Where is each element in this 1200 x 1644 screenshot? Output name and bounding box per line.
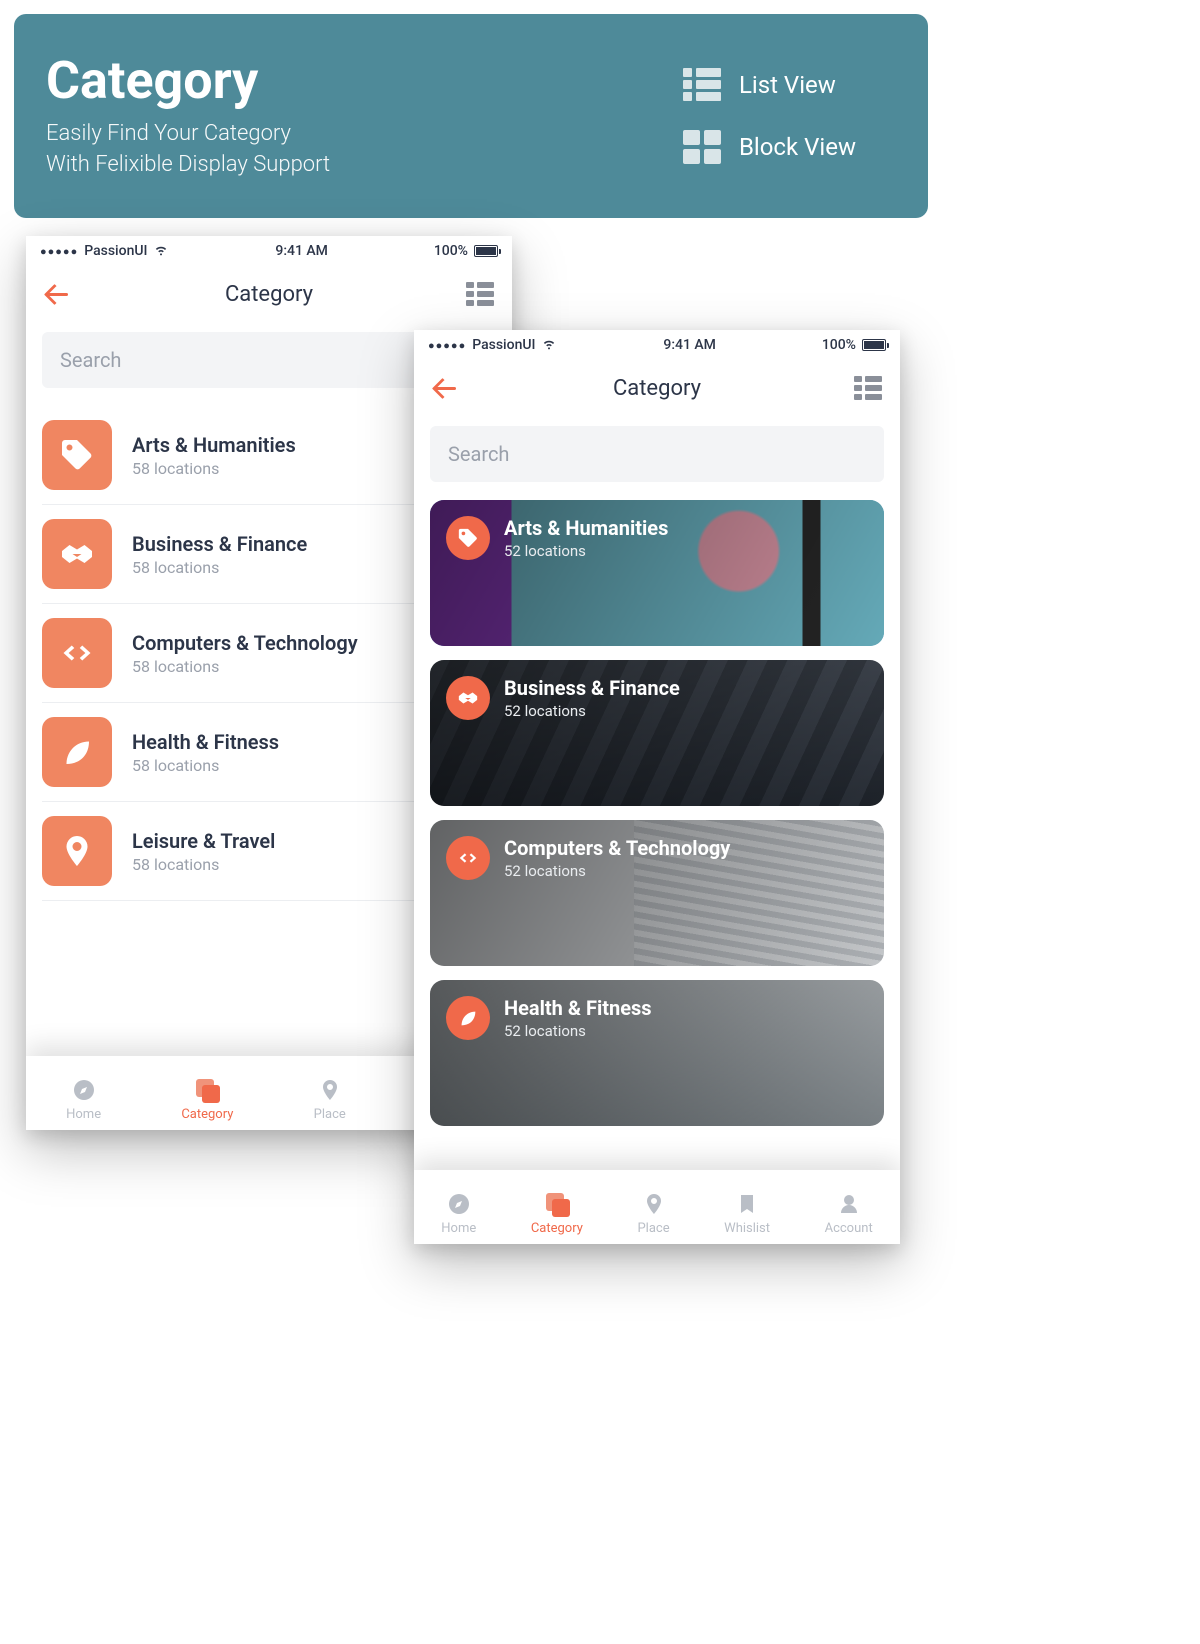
nav-bar: Category bbox=[414, 360, 900, 416]
back-button[interactable] bbox=[44, 280, 72, 308]
carrier-label: PassionUI bbox=[472, 337, 535, 353]
card-title: Arts & Humanities bbox=[504, 516, 668, 540]
category-sub: 58 locations bbox=[132, 756, 279, 775]
card-title: Computers & Technology bbox=[504, 836, 730, 860]
wifi-icon bbox=[153, 241, 169, 261]
category-title: Computers & Technology bbox=[132, 631, 358, 655]
home-icon bbox=[71, 1077, 97, 1103]
code-icon bbox=[446, 836, 490, 880]
category-title: Business & Finance bbox=[132, 532, 307, 556]
category-sub: 58 locations bbox=[132, 558, 307, 577]
category-cards: Arts & Humanities 52 locations Business … bbox=[414, 500, 900, 1126]
category-card[interactable]: Health & Fitness 52 locations bbox=[430, 980, 884, 1126]
category-card[interactable]: Computers & Technology 52 locations bbox=[430, 820, 884, 966]
block-view-label: Block View bbox=[739, 133, 856, 161]
handshake-icon bbox=[446, 676, 490, 720]
status-bar: ●●●●● PassionUI 9:41 AM 100% bbox=[26, 236, 512, 266]
tab-place[interactable]: Place bbox=[633, 1185, 673, 1236]
tab-home[interactable]: Home bbox=[62, 1071, 105, 1122]
tab-label: Home bbox=[441, 1221, 476, 1236]
leaf-icon bbox=[446, 996, 490, 1040]
tab-label: Category bbox=[531, 1221, 583, 1236]
status-bar: ●●●●● PassionUI 9:41 AM 100% bbox=[414, 330, 900, 360]
whislist-icon bbox=[734, 1191, 760, 1217]
list-icon bbox=[683, 68, 721, 102]
tag-icon bbox=[42, 420, 112, 490]
block-icon bbox=[683, 130, 721, 164]
handshake-icon bbox=[42, 519, 112, 589]
tab-label: Category bbox=[181, 1107, 233, 1122]
card-sub: 52 locations bbox=[504, 702, 680, 720]
category-title: Arts & Humanities bbox=[132, 433, 296, 457]
clock-label: 9:41 AM bbox=[663, 337, 716, 353]
place-icon bbox=[317, 1077, 343, 1103]
leaf-icon bbox=[42, 717, 112, 787]
list-view-label: List View bbox=[739, 71, 836, 99]
tag-icon bbox=[446, 516, 490, 560]
category-icon bbox=[544, 1191, 570, 1217]
tab-label: Place bbox=[314, 1107, 346, 1122]
search-placeholder: Search bbox=[448, 442, 509, 466]
wifi-icon bbox=[541, 335, 557, 355]
battery-percent: 100% bbox=[822, 337, 856, 353]
promo-banner: Category Easily Find Your Category With … bbox=[14, 14, 928, 218]
back-button[interactable] bbox=[432, 374, 460, 402]
card-title: Business & Finance bbox=[504, 676, 680, 700]
tab-place[interactable]: Place bbox=[310, 1071, 350, 1122]
card-title: Health & Fitness bbox=[504, 996, 652, 1020]
search-placeholder: Search bbox=[60, 348, 121, 372]
pin-icon bbox=[42, 816, 112, 886]
battery-icon bbox=[474, 245, 498, 257]
category-title: Health & Fitness bbox=[132, 730, 279, 754]
code-icon bbox=[42, 618, 112, 688]
account-icon bbox=[836, 1191, 862, 1217]
block-view-option[interactable]: Block View bbox=[683, 130, 856, 164]
category-card[interactable]: Business & Finance 52 locations bbox=[430, 660, 884, 806]
tab-bar: Home Category Place Whislist Account bbox=[414, 1170, 900, 1244]
nav-bar: Category bbox=[26, 266, 512, 322]
battery-icon bbox=[862, 339, 886, 351]
card-sub: 52 locations bbox=[504, 1022, 652, 1040]
battery-percent: 100% bbox=[434, 243, 468, 259]
banner-title: Category bbox=[46, 52, 330, 109]
tab-label: Whislist bbox=[724, 1221, 770, 1236]
tab-label: Place bbox=[637, 1221, 669, 1236]
layout-toggle-button[interactable] bbox=[854, 376, 882, 400]
list-view-option[interactable]: List View bbox=[683, 68, 856, 102]
category-icon bbox=[194, 1077, 220, 1103]
tab-whislist[interactable]: Whislist bbox=[720, 1185, 774, 1236]
clock-label: 9:41 AM bbox=[275, 243, 328, 259]
page-title: Category bbox=[460, 376, 854, 401]
tab-account[interactable]: Account bbox=[821, 1185, 877, 1236]
category-sub: 58 locations bbox=[132, 855, 275, 874]
layout-toggle-button[interactable] bbox=[466, 282, 494, 306]
phone-block-view: ●●●●● PassionUI 9:41 AM 100% Category Se… bbox=[414, 330, 900, 1244]
page-title: Category bbox=[72, 282, 466, 307]
category-card[interactable]: Arts & Humanities 52 locations bbox=[430, 500, 884, 646]
signal-dots-icon: ●●●●● bbox=[40, 245, 78, 258]
place-icon bbox=[641, 1191, 667, 1217]
card-sub: 52 locations bbox=[504, 542, 668, 560]
card-sub: 52 locations bbox=[504, 862, 730, 880]
carrier-label: PassionUI bbox=[84, 243, 147, 259]
tab-label: Account bbox=[825, 1221, 873, 1236]
tab-category[interactable]: Category bbox=[527, 1185, 587, 1236]
tab-label: Home bbox=[66, 1107, 101, 1122]
category-title: Leisure & Travel bbox=[132, 829, 275, 853]
signal-dots-icon: ●●●●● bbox=[428, 339, 466, 352]
banner-subtitle-line2: With Felixible Display Support bbox=[46, 150, 330, 181]
home-icon bbox=[446, 1191, 472, 1217]
tab-category[interactable]: Category bbox=[177, 1071, 237, 1122]
category-sub: 58 locations bbox=[132, 657, 358, 676]
tab-home[interactable]: Home bbox=[437, 1185, 480, 1236]
category-sub: 58 locations bbox=[132, 459, 296, 478]
search-input[interactable]: Search bbox=[430, 426, 884, 482]
banner-subtitle-line1: Easily Find Your Category bbox=[46, 119, 330, 150]
